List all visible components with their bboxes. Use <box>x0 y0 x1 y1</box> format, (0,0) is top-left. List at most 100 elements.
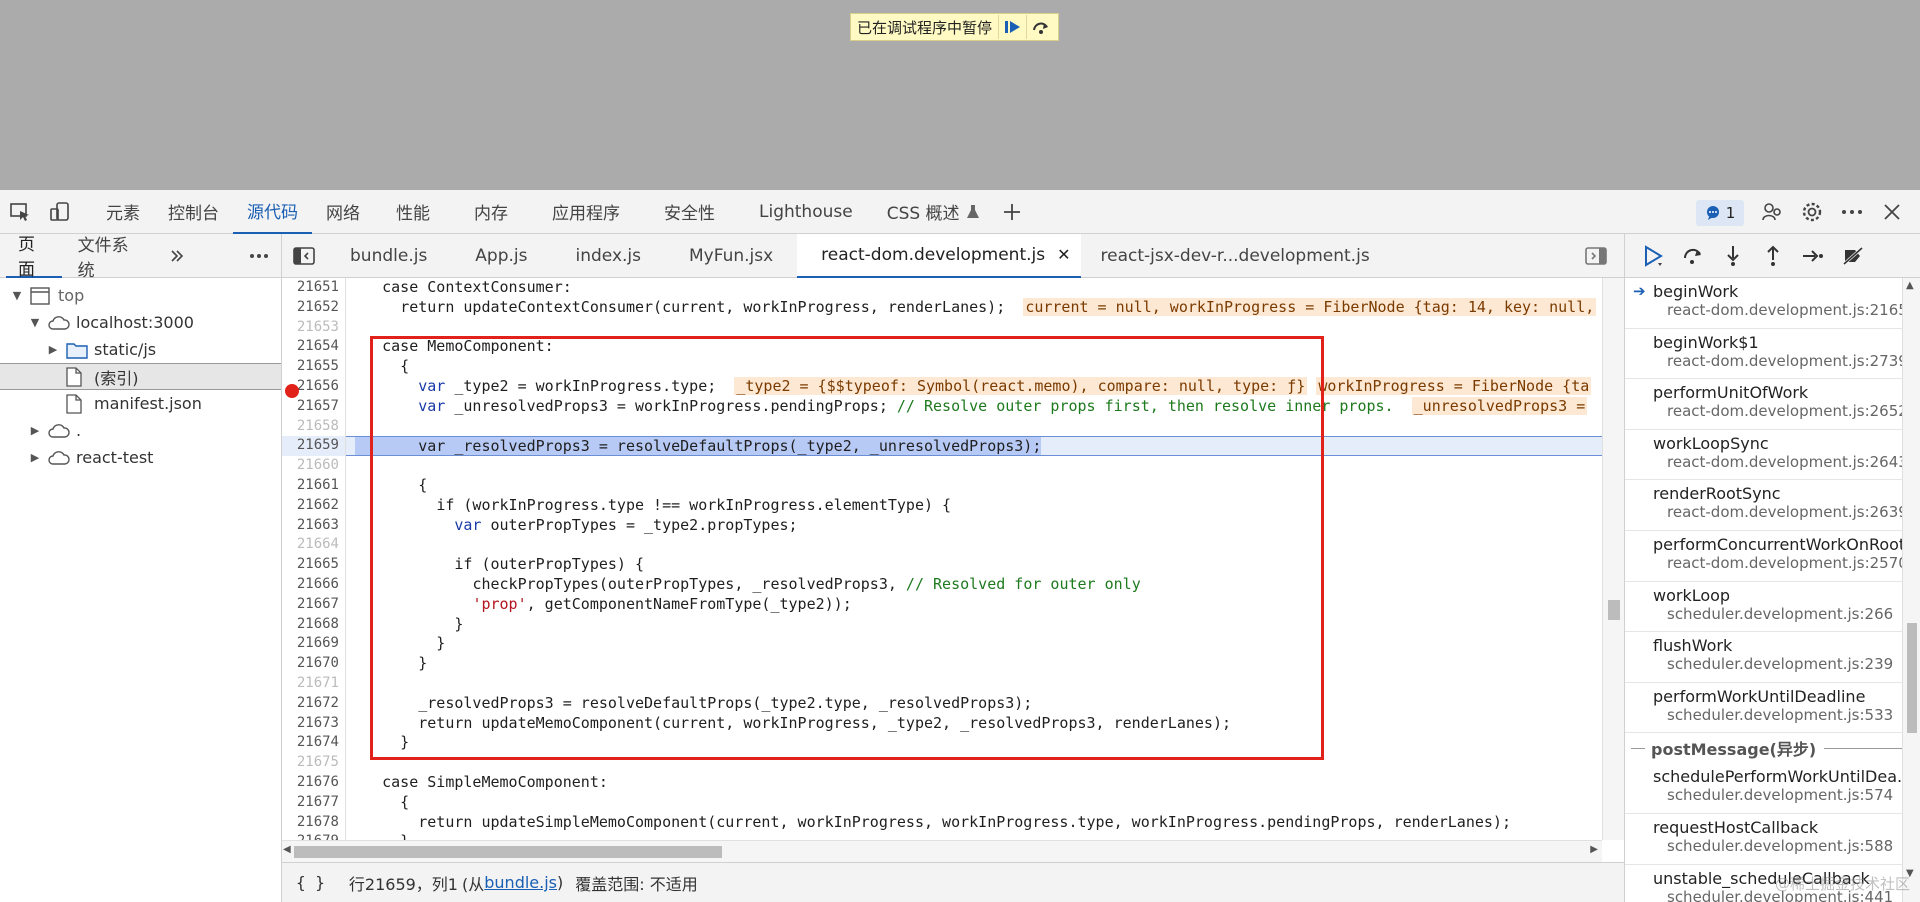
scroll-left-arrow-icon[interactable]: ◀ <box>283 844 291 855</box>
line-number[interactable]: 21653 <box>282 318 345 338</box>
issues-badge[interactable]: 1 <box>1696 200 1744 226</box>
file-tab-react-jsx[interactable]: react-jsx-dev-r...development.js <box>1081 234 1394 278</box>
tree-item-index[interactable]: (索引) <box>0 363 281 390</box>
line-number[interactable]: 21663 <box>282 516 345 536</box>
call-frame[interactable]: beginWork$1 react-dom.development.js:273… <box>1625 329 1920 380</box>
tree-item-top[interactable]: ▼ top <box>0 282 281 309</box>
file-tab-index[interactable]: index.js <box>552 234 666 278</box>
tab-lighthouse[interactable]: Lighthouse <box>737 190 875 234</box>
line-number[interactable]: 21654 <box>282 337 345 357</box>
source-map-link[interactable]: bundle.js <box>484 873 557 892</box>
resume-script-button[interactable] <box>1633 234 1673 278</box>
scroll-right-arrow-icon[interactable]: ▶ <box>1590 844 1598 855</box>
line-number[interactable]: 21652 <box>282 298 345 318</box>
file-tab-app[interactable]: App.js <box>451 234 551 278</box>
device-toolbar-button[interactable] <box>40 190 80 234</box>
line-number[interactable]: 21677 <box>282 793 345 813</box>
line-number[interactable]: 21662 <box>282 496 345 516</box>
line-number[interactable]: 21661 <box>282 476 345 496</box>
line-number[interactable]: 21668 <box>282 615 345 635</box>
editor-vertical-scrollbar[interactable] <box>1602 278 1624 840</box>
step-over-button[interactable] <box>1673 234 1713 278</box>
tab-performance[interactable]: 性能 <box>374 190 452 234</box>
line-number[interactable]: 21673 <box>282 714 345 734</box>
step-button[interactable] <box>1793 234 1833 278</box>
file-tab-react-dom[interactable]: react-dom.development.js ✕ <box>797 233 1081 278</box>
line-number[interactable]: 21674 <box>282 733 345 753</box>
tab-elements[interactable]: 元素 <box>92 190 154 234</box>
tab-sources[interactable]: 源代码 <box>233 190 312 234</box>
call-frame[interactable]: workLoopSync react-dom.development.js:26… <box>1625 430 1920 481</box>
line-number[interactable]: 21679 <box>282 832 345 840</box>
deactivate-breakpoints-button[interactable] <box>1833 234 1873 278</box>
editor-horizontal-scrollbar[interactable]: ◀ ▶ <box>282 840 1602 862</box>
line-number[interactable]: 21651 <box>282 278 345 298</box>
tree-item-manifest[interactable]: manifest.json <box>0 390 281 417</box>
tree-item-localhost[interactable]: ▼ localhost:3000 <box>0 309 281 336</box>
toggle-navigator-button[interactable] <box>282 234 326 278</box>
toggle-debugger-button[interactable] <box>1576 234 1616 278</box>
line-number[interactable]: 21671 <box>282 674 345 694</box>
tab-memory[interactable]: 内存 <box>452 190 530 234</box>
step-over-button[interactable] <box>1026 15 1054 39</box>
nav-more-button[interactable] <box>157 234 197 278</box>
close-tab-icon[interactable]: ✕ <box>1057 245 1070 264</box>
close-devtools-button[interactable] <box>1872 190 1912 234</box>
breakpoint-marker[interactable] <box>285 384 299 398</box>
call-frame[interactable]: schedulePerformWorkUntilDea... scheduler… <box>1625 763 1920 814</box>
pretty-print-button[interactable]: { } <box>296 873 325 892</box>
tab-css-overview[interactable]: CSS 概述 <box>875 190 992 234</box>
more-options-button[interactable] <box>1832 190 1872 234</box>
line-number[interactable]: 21665 <box>282 555 345 575</box>
call-frame-current[interactable]: ➔ beginWork react-dom.development.js:216… <box>1625 278 1920 329</box>
line-number[interactable]: 21658 <box>282 417 345 437</box>
step-into-button[interactable] <box>1713 234 1753 278</box>
tab-security[interactable]: 安全性 <box>642 190 737 234</box>
customize-button[interactable] <box>1752 190 1792 234</box>
call-frame[interactable]: performWorkUntilDeadline scheduler.devel… <box>1625 683 1920 734</box>
scroll-thumb[interactable] <box>1608 600 1620 620</box>
tab-console[interactable]: 控制台 <box>154 190 233 234</box>
tab-application[interactable]: 应用程序 <box>530 190 642 234</box>
line-number[interactable]: 21655 <box>282 357 345 377</box>
line-number[interactable]: 21672 <box>282 694 345 714</box>
step-out-button[interactable] <box>1753 234 1793 278</box>
tree-item-static-js[interactable]: ▶ static/js <box>0 336 281 363</box>
code-lines[interactable]: case ContextConsumer: return updateConte… <box>346 278 1602 840</box>
line-number[interactable]: 21670 <box>282 654 345 674</box>
line-number[interactable]: 21667 <box>282 595 345 615</box>
line-number[interactable]: 21657 <box>282 397 345 417</box>
call-frame[interactable]: requestHostCallback scheduler.developmen… <box>1625 814 1920 865</box>
more-tabs-button[interactable] <box>992 190 1032 234</box>
inspect-element-button[interactable] <box>0 190 40 234</box>
tab-network[interactable]: 网络 <box>312 190 374 234</box>
settings-button[interactable] <box>1792 190 1832 234</box>
scroll-thumb[interactable] <box>1907 623 1917 733</box>
nav-tab-page[interactable]: 页面 <box>6 234 62 280</box>
line-number[interactable]: 21678 <box>282 813 345 833</box>
call-frame[interactable]: renderRootSync react-dom.development.js:… <box>1625 480 1920 531</box>
scroll-up-arrow-icon[interactable]: ▲ <box>1906 280 1914 291</box>
line-number[interactable]: 21675 <box>282 753 345 773</box>
line-number[interactable]: 21666 <box>282 575 345 595</box>
nav-tab-filesystem[interactable]: 文件系统 <box>62 234 157 281</box>
scroll-thumb[interactable] <box>294 846 722 858</box>
line-number[interactable]: 21660 <box>282 456 345 476</box>
call-frame[interactable]: performUnitOfWork react-dom.development.… <box>1625 379 1920 430</box>
call-frame[interactable]: flushWork scheduler.development.js:239 <box>1625 632 1920 683</box>
line-number[interactable]: 21676 <box>282 773 345 793</box>
line-number-gutter[interactable]: 21651 21652 21653 21654 21655 21656 2165… <box>282 278 346 840</box>
line-number-current[interactable]: 21659 <box>282 436 345 457</box>
line-number[interactable]: 21669 <box>282 634 345 654</box>
debugger-scrollbar[interactable]: ▲ ▼ <box>1902 278 1920 902</box>
call-frame[interactable]: performConcurrentWorkOnRoot react-dom.de… <box>1625 531 1920 582</box>
code-area[interactable]: 21651 21652 21653 21654 21655 21656 2165… <box>282 278 1602 840</box>
line-number[interactable]: 21664 <box>282 535 345 555</box>
tree-item-react-test[interactable]: ▶ react-test <box>0 444 281 471</box>
file-tab-myfun[interactable]: MyFun.jsx <box>665 234 797 278</box>
file-tab-bundle[interactable]: bundle.js <box>326 234 451 278</box>
tree-item-dot[interactable]: ▶ . <box>0 417 281 444</box>
resume-button[interactable] <box>998 15 1026 39</box>
nav-menu-button[interactable] <box>237 234 281 278</box>
call-frame[interactable]: workLoop scheduler.development.js:266 <box>1625 582 1920 633</box>
